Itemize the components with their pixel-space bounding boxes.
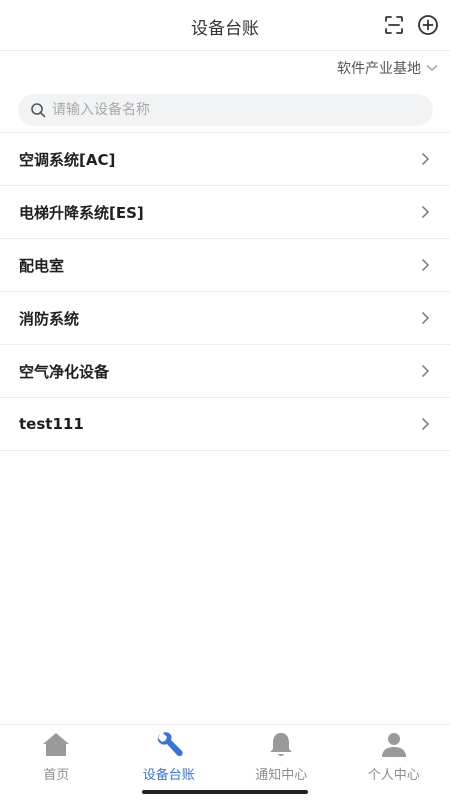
person-icon — [381, 733, 406, 757]
top-bar: 设备台账 — [0, 0, 450, 51]
equipment-list: 空调系统[AC] 电梯升降系统[ES] 配电室 消防系统 空气净化设备 test… — [0, 132, 450, 451]
list-item-label: 消防系统 — [19, 309, 80, 328]
bell-icon — [270, 733, 293, 756]
app-screen: 设备台账 软件产业基地 空调系统[AC] — [0, 0, 450, 800]
home-indicator — [142, 790, 308, 794]
tab-equipment-ledger[interactable]: 设备台账 — [113, 725, 226, 800]
list-item[interactable]: test111 — [0, 398, 450, 451]
tab-home[interactable]: 首页 — [0, 725, 113, 800]
chevron-right-icon — [421, 258, 430, 272]
list-item-label: 电梯升降系统[ES] — [19, 203, 144, 222]
tab-label: 个人中心 — [367, 768, 420, 783]
location-label: 软件产业基地 — [337, 61, 421, 77]
list-item[interactable]: 电梯升降系统[ES] — [0, 186, 450, 239]
list-item[interactable]: 空调系统[AC] — [0, 133, 450, 186]
list-item-label: 配电室 — [19, 256, 65, 275]
chevron-down-icon — [426, 65, 438, 71]
search-icon — [31, 103, 46, 118]
chevron-right-icon — [421, 417, 430, 431]
chevron-right-icon — [421, 364, 430, 378]
chevron-right-icon — [421, 311, 430, 325]
location-selector[interactable]: 软件产业基地 — [337, 58, 438, 78]
list-item[interactable]: 消防系统 — [0, 292, 450, 345]
list-item-label: test111 — [19, 415, 84, 433]
tab-personal-center[interactable]: 个人中心 — [338, 725, 450, 800]
home-icon — [43, 733, 70, 756]
search-bar[interactable] — [18, 94, 433, 126]
add-circle-icon[interactable] — [417, 14, 439, 36]
tab-notification-center[interactable]: 通知中心 — [225, 725, 338, 800]
scan-icon[interactable] — [383, 14, 405, 36]
list-item[interactable]: 空气净化设备 — [0, 345, 450, 398]
list-item-label: 空气净化设备 — [19, 362, 110, 381]
tab-label: 通知中心 — [255, 768, 308, 783]
bottom-tab-bar: 首页 设备台账 通知中心 个人中心 — [0, 724, 450, 800]
wrench-icon — [157, 732, 183, 757]
chevron-right-icon — [421, 205, 430, 219]
tab-label: 首页 — [43, 768, 70, 783]
chevron-right-icon — [421, 152, 430, 166]
search-input[interactable] — [52, 102, 412, 118]
list-item[interactable]: 配电室 — [0, 239, 450, 292]
list-item-label: 空调系统[AC] — [19, 150, 116, 169]
tab-label: 设备台账 — [142, 768, 195, 783]
